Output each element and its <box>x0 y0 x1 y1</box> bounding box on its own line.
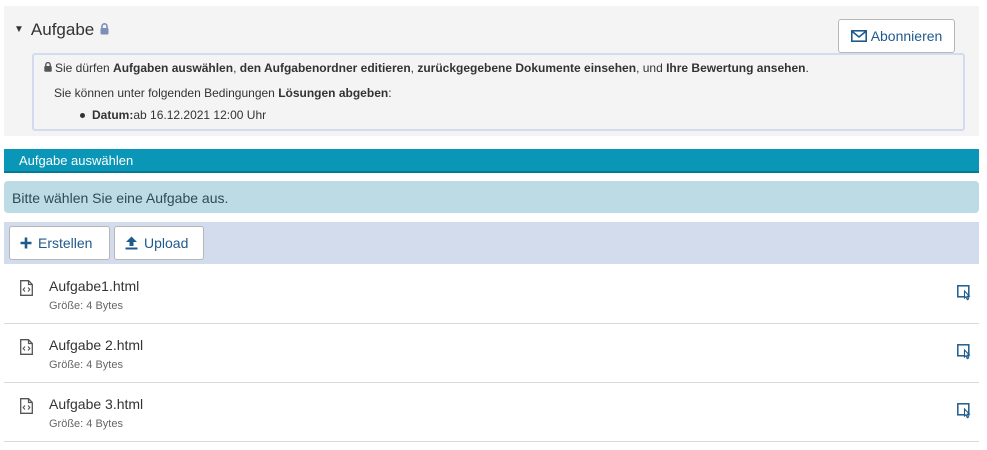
file-size: Größe: 4 Bytes <box>49 300 123 312</box>
file-size: Größe: 4 Bytes <box>49 418 123 430</box>
upload-label: Upload <box>144 235 189 251</box>
conditions-line: Sie können unter folgenden Bedingungen L… <box>54 86 392 100</box>
lock-icon <box>44 61 52 75</box>
html-file-icon <box>20 280 33 299</box>
file-name[interactable]: Aufgabe 2.html <box>49 337 143 353</box>
html-file-icon <box>20 339 33 358</box>
section-header: Aufgabe auswählen <box>4 149 979 173</box>
date-value: ab 16.12.2021 12:00 Uhr <box>133 108 267 122</box>
file-size: Größe: 4 Bytes <box>49 359 123 371</box>
permissions-info-box: Sie dürfen Aufgaben auswählen, den Aufga… <box>32 53 965 131</box>
select-file-icon[interactable] <box>957 403 973 422</box>
assignment-panel: ▼ Aufgabe Abonnieren Sie dürfen Aufgaben… <box>4 6 979 136</box>
create-button[interactable]: Erstellen <box>9 226 110 260</box>
file-row[interactable]: Aufgabe 2.html Größe: 4 Bytes <box>4 324 979 383</box>
html-file-icon <box>20 398 33 417</box>
lock-icon <box>100 22 109 38</box>
alert-text: Bitte wählen Sie eine Aufgabe aus. <box>12 190 229 206</box>
section-title: Aufgabe auswählen <box>19 153 134 168</box>
upload-icon <box>125 236 138 250</box>
subscribe-label: Abonnieren <box>870 28 943 44</box>
panel-title: Aufgabe <box>30 20 95 39</box>
envelope-icon <box>850 30 867 42</box>
file-row[interactable]: Aufgabe1.html Größe: 4 Bytes <box>4 265 979 324</box>
panel-header[interactable]: ▼ Aufgabe <box>14 20 109 40</box>
plus-icon <box>20 237 32 249</box>
bullet-icon <box>80 112 85 118</box>
select-file-icon[interactable] <box>957 285 973 304</box>
create-label: Erstellen <box>38 235 93 251</box>
file-row[interactable]: Aufgabe 3.html Größe: 4 Bytes <box>4 383 979 442</box>
file-name[interactable]: Aufgabe 3.html <box>49 396 143 412</box>
select-file-icon[interactable] <box>957 344 973 363</box>
info-alert: Bitte wählen Sie eine Aufgabe aus. <box>4 181 979 213</box>
permissions-line: Sie dürfen Aufgaben auswählen, den Aufga… <box>44 61 809 75</box>
file-toolbar: Erstellen Upload <box>4 222 979 264</box>
date-condition-item: Datum: ab 16.12.2021 12:00 Uhr <box>80 108 266 122</box>
collapse-caret-icon[interactable]: ▼ <box>14 25 24 35</box>
subscribe-button[interactable]: Abonnieren <box>838 19 955 53</box>
file-name[interactable]: Aufgabe1.html <box>49 278 139 294</box>
upload-button[interactable]: Upload <box>114 226 204 260</box>
permissions-text: Sie dürfen Aufgaben auswählen, den Aufga… <box>55 61 809 75</box>
date-label: Datum: <box>92 108 134 122</box>
